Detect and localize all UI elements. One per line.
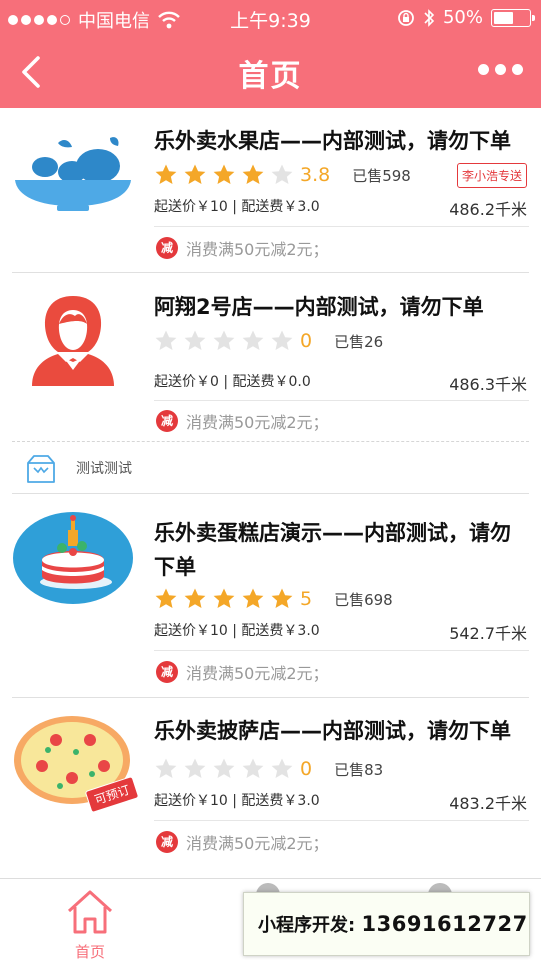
discount-badge: 减 (156, 410, 178, 432)
person-avatar-logo (32, 296, 114, 386)
nav-bar: 首页 (0, 36, 541, 108)
category-label: 测试测试 (76, 461, 132, 477)
promo-row: 减 消费满50元减2元； (156, 236, 329, 260)
divider (154, 226, 529, 227)
star-empty-icon (271, 758, 293, 778)
shop-name: 乐外卖披萨店——内部测试，请勿下单 (154, 719, 511, 743)
divider (12, 272, 529, 273)
page-title: 首页 (238, 59, 303, 94)
promo-text: 消费满50元减2元； (186, 413, 329, 432)
shop-basket-icon (27, 455, 55, 483)
divider (12, 697, 529, 698)
distance: 483.2千米 (449, 794, 527, 813)
contact-overlay: 小程序开发: 13691612727 (243, 892, 530, 956)
discount-badge: 减 (156, 661, 178, 683)
promo-row: 减 消费满50元减2元； (156, 409, 329, 433)
promo-row: 减 消费满50元减2元； (156, 660, 329, 684)
star-filled-icon (184, 164, 206, 184)
star-filled-icon (155, 164, 177, 184)
star-empty-icon (271, 164, 293, 184)
fee-info: 起送价￥10 | 配送费￥3.0 (154, 199, 320, 215)
discount-badge: 减 (156, 831, 178, 853)
rating-stars (154, 757, 294, 781)
shop-name: 乐外卖蛋糕店演示——内部测试，请勿 下单 (154, 521, 511, 579)
distance: 486.2千米 (449, 200, 527, 219)
divider (154, 820, 529, 821)
star-filled-icon (184, 588, 206, 608)
star-empty-icon (213, 330, 235, 350)
distance: 486.3千米 (449, 375, 527, 394)
shop-name: 阿翔2号店——内部测试，请勿下单 (154, 295, 484, 319)
shop-rating: 0 已售83 (154, 756, 529, 782)
star-filled-icon (213, 588, 235, 608)
overlay-label: 小程序开发: (258, 915, 356, 936)
rating-score: 5 (300, 588, 313, 610)
rating-score: 0 (300, 758, 313, 780)
star-empty-icon (213, 758, 235, 778)
fee-info: 起送价￥10 | 配送费￥3.0 (154, 623, 320, 639)
sold-count: 已售698 (334, 590, 393, 609)
sold-count: 已售83 (334, 760, 384, 779)
status-bar: 中国电信 上午9:39 50% (0, 0, 541, 36)
rating-stars (154, 329, 294, 353)
overlay-phone: 13691612727 (361, 912, 528, 936)
battery-icon (491, 8, 535, 27)
divider (12, 493, 529, 494)
star-filled-icon (242, 588, 264, 608)
discount-badge: 减 (156, 237, 178, 259)
bluetooth-icon (424, 8, 435, 27)
star-empty-icon (242, 330, 264, 350)
star-empty-icon (155, 758, 177, 778)
delivery-tag: 李小浩专送 (456, 163, 527, 188)
star-filled-icon (242, 164, 264, 184)
star-filled-icon (155, 588, 177, 608)
divider (154, 650, 529, 651)
promo-text: 消费满50元减2元； (186, 240, 329, 259)
star-filled-icon (213, 164, 235, 184)
star-empty-icon (155, 330, 177, 350)
battery-percent: 50% (442, 7, 483, 28)
home-icon (67, 890, 113, 934)
fee-info: 起送价￥0 | 配送费￥0.0 (154, 374, 311, 390)
rating-stars (154, 587, 294, 611)
promo-row: 减 消费满50元减2元； (156, 830, 329, 854)
rating-score: 0 (300, 330, 313, 352)
shop-rating: 5 已售698 (154, 586, 529, 612)
star-filled-icon (271, 588, 293, 608)
star-empty-icon (184, 758, 206, 778)
divider (154, 400, 529, 401)
dashed-divider (12, 441, 529, 442)
sold-count: 已售598 (352, 166, 411, 185)
distance: 542.7千米 (449, 624, 527, 643)
rating-score: 3.8 (300, 164, 331, 186)
promo-text: 消费满50元减2元； (186, 834, 329, 853)
more-icon[interactable] (478, 64, 523, 75)
tab-home-label: 首页 (74, 943, 105, 960)
shop-rating: 0 已售26 (154, 328, 529, 354)
promo-text: 消费满50元减2元； (186, 664, 329, 683)
rating-stars (154, 163, 294, 187)
shop-name: 乐外卖水果店——内部测试，请勿下单 (154, 129, 511, 153)
sold-count: 已售26 (334, 332, 384, 351)
star-empty-icon (242, 758, 264, 778)
fee-info: 起送价￥10 | 配送费￥3.0 (154, 793, 320, 809)
star-empty-icon (184, 330, 206, 350)
cake-logo (13, 512, 133, 604)
star-empty-icon (271, 330, 293, 350)
tab-home[interactable]: 首页 (60, 889, 120, 960)
category-header[interactable]: 测试测试 (0, 443, 541, 493)
orientation-lock-icon (398, 9, 414, 26)
fruit-bowl-logo (15, 137, 131, 211)
